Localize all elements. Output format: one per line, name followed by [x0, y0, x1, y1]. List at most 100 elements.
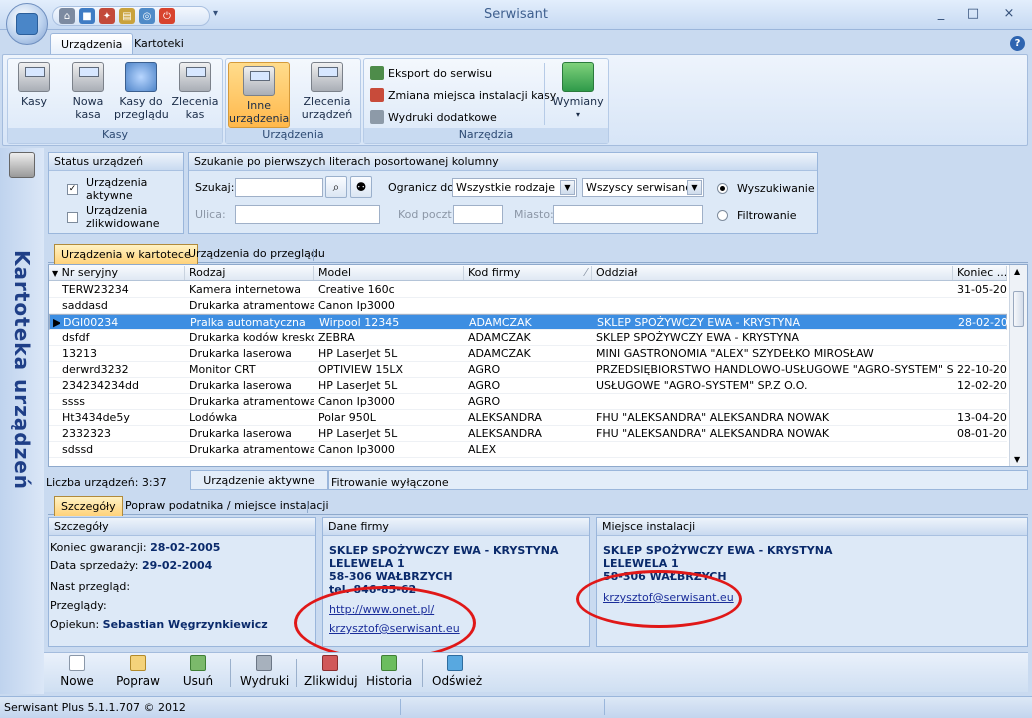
refresh-label: Odśwież: [432, 674, 483, 688]
edit-button[interactable]: Popraw: [116, 655, 160, 688]
table-cell: Drukarka atramentowa: [189, 299, 314, 312]
scroll-up-icon[interactable]: ▲: [1014, 267, 1020, 276]
search-icon[interactable]: ⌕: [325, 176, 347, 198]
group-separator: [544, 63, 545, 125]
table-cell: [954, 331, 1007, 345]
table-cell: Kamera internetowa: [189, 283, 301, 296]
table-row[interactable]: saddasd Drukarka atramentowa Canon Ip3000: [49, 298, 1007, 314]
kasy-do-przegladu-button[interactable]: Kasy do przeglądu: [114, 62, 169, 121]
scroll-down-icon[interactable]: ▼: [1014, 455, 1020, 464]
col-rodzaj[interactable]: Rodzaj: [186, 266, 314, 280]
eksport-label: Eksport do serwisu: [388, 66, 493, 80]
search-mode-radio[interactable]: [717, 183, 728, 194]
install-email-link[interactable]: krzysztof@serwisant.eu: [603, 591, 734, 604]
service-select[interactable]: Wszyscy serwisanci ▼: [582, 178, 704, 197]
table-cell: saddasd: [62, 299, 108, 312]
col-koniec[interactable]: Koniec ...: [954, 266, 1007, 280]
table-row[interactable]: Ht3434de5y Lodówka Polar 950L ALEKSANDRA FHU…: [49, 410, 1007, 426]
chevron-down-icon: ▼: [560, 180, 575, 195]
table-cell: 13213: [62, 347, 97, 360]
ribbon-tab-kartoteki[interactable]: Kartoteki: [124, 33, 194, 55]
table-cell: Drukarka atramentowa: [189, 395, 314, 408]
delete-button[interactable]: Usuń: [182, 655, 214, 688]
new-button[interactable]: Nowe: [60, 655, 94, 688]
tab-urzadzenia-do-przegladu[interactable]: Urządzenia do przeglądu: [182, 244, 331, 264]
history-button[interactable]: Historia: [366, 655, 412, 688]
company-panel: Dane firmy SKLEP SPOŻYWCZY EWA - KRYSTYN…: [322, 517, 590, 647]
table-cell: [465, 283, 592, 297]
col-oddzial[interactable]: Oddział: [593, 266, 953, 280]
zmiana-miejsca-button[interactable]: Zmiana miejsca instalacji kasy: [370, 86, 556, 104]
row-pointer-icon: ▶: [50, 316, 60, 330]
col-model[interactable]: Model: [315, 266, 464, 280]
street-input[interactable]: [235, 205, 380, 224]
table-row[interactable]: sdssd Drukarka atramentowa Canon Ip3000 ALE…: [49, 442, 1007, 458]
active-checkbox[interactable]: ✓: [67, 184, 78, 195]
table-cell: Drukarka kodów kreskowych: [189, 331, 314, 344]
help-icon[interactable]: ?: [1010, 36, 1025, 51]
table-row[interactable]: derwrd3232 Monitor CRT OPTIVIEW 15LX AGRO PR…: [49, 362, 1007, 378]
zlecenia-kas-button[interactable]: Zlecenia kas: [170, 62, 220, 121]
table-row[interactable]: ▶DGI00234 Pralka automatyczna Wirpool 1234…: [49, 314, 1008, 330]
delete-label: Usuń: [182, 674, 214, 688]
table-cell: ZEBRA: [318, 331, 355, 344]
device-order-icon: [311, 62, 343, 92]
search-input[interactable]: [235, 178, 323, 197]
zlecenia-urzadzen-button[interactable]: Zlecenia urządzeń: [296, 62, 358, 121]
active-device-status: Urządzenie aktywne: [190, 470, 328, 490]
ribbon-tab-urzadzenia[interactable]: Urządzenia: [50, 33, 134, 55]
table-cell: [593, 283, 953, 297]
col-kod-firmy[interactable]: Kod firmy ⁄: [465, 266, 592, 280]
table-cell: Polar 950L: [318, 411, 376, 424]
table-row[interactable]: dsfdf Drukarka kodów kreskowych ZEBRA ADAMC…: [49, 330, 1007, 346]
liquidated-checkbox[interactable]: [67, 212, 78, 223]
status-separator: [604, 699, 605, 715]
postal-input[interactable]: [453, 205, 503, 224]
toolbar-separator: [422, 659, 423, 687]
tab-szczegoly[interactable]: Szczegóły: [54, 496, 123, 516]
tab-separator: [307, 501, 308, 513]
eksport-do-serwisu-button[interactable]: Eksport do serwisu: [370, 64, 492, 82]
ribbon-group-kasy: Kasy Nowa kasa Kasy do przeglądu Zleceni…: [7, 58, 223, 144]
table-row[interactable]: 234234234dd Drukarka laserowa HP LaserJet …: [49, 378, 1007, 394]
filter-mode-radio[interactable]: [717, 210, 728, 221]
company-name: SKLEP SPOŻYWCZY EWA - KRYSTYNA: [329, 544, 559, 557]
wymiany-button[interactable]: Wymiany ▾: [550, 62, 606, 121]
history-label: Historia: [366, 674, 413, 688]
table-cell: [593, 395, 953, 409]
table-row[interactable]: TERW23234 Kamera internetowa Creative 160c…: [49, 282, 1007, 298]
application-menu-button[interactable]: [6, 3, 48, 45]
status-panel-title: Status urządzeń: [49, 153, 183, 171]
kasy-do-przegladu-label: Kasy do przeglądu: [114, 95, 169, 121]
city-input[interactable]: [553, 205, 703, 224]
minimize-button[interactable]: _: [928, 4, 954, 24]
tab-popraw-podatnika[interactable]: Popraw podatnika / miejsce instalacji: [119, 496, 335, 516]
vertical-scrollbar[interactable]: ▲ ▼: [1009, 265, 1027, 466]
company-www-link[interactable]: http://www.onet.pl/: [329, 603, 434, 616]
register-order-icon: [179, 62, 211, 92]
install-title: Miejsce instalacji: [597, 518, 1027, 536]
wydruki-dodatkowe-button[interactable]: Wydruki dodatkowe: [370, 108, 497, 126]
install-city: 58-306 WAŁBRZYCH: [603, 570, 727, 583]
company-email-link[interactable]: krzysztof@serwisant.eu: [329, 622, 460, 635]
close-button[interactable]: ×: [996, 4, 1022, 24]
details-panel: Szczegóły Koniec gwarancji: 28-02-2005 D…: [48, 517, 316, 647]
refresh-button[interactable]: Odśwież: [432, 655, 482, 688]
table-row[interactable]: 2332323 Drukarka laserowa HP LaserJet 5L AL…: [49, 426, 1007, 442]
table-row[interactable]: ssss Drukarka atramentowa Canon Ip3000 AGRO: [49, 394, 1007, 410]
scroll-thumb[interactable]: [1013, 291, 1024, 327]
table-row[interactable]: 13213 Drukarka laserowa HP LaserJet 5L ADAM…: [49, 346, 1007, 362]
maximize-button[interactable]: □: [960, 4, 986, 24]
print-button[interactable]: Wydruki: [240, 655, 289, 688]
type-select[interactable]: Wszystkie rodzaje ▼: [452, 178, 577, 197]
inne-urzadzenia-button[interactable]: Inne urządzenia: [228, 62, 290, 128]
tab-urzadzenia-w-kartotece[interactable]: Urządzenia w kartotece: [54, 244, 198, 264]
version-text: Serwisant Plus 5.1.1.707 © 2012: [4, 701, 186, 714]
people-icon[interactable]: ⚉: [350, 176, 372, 198]
kasy-button[interactable]: Kasy: [10, 62, 58, 108]
nowa-kasa-button[interactable]: Nowa kasa: [64, 62, 112, 121]
table-cell: Drukarka laserowa: [189, 427, 292, 440]
liquidate-button[interactable]: Zlikwiduj: [304, 655, 358, 688]
col-nr-seryjny[interactable]: ▼ Nr seryjny: [49, 266, 185, 280]
wydruki-dodatkowe-label: Wydruki dodatkowe: [388, 110, 497, 124]
